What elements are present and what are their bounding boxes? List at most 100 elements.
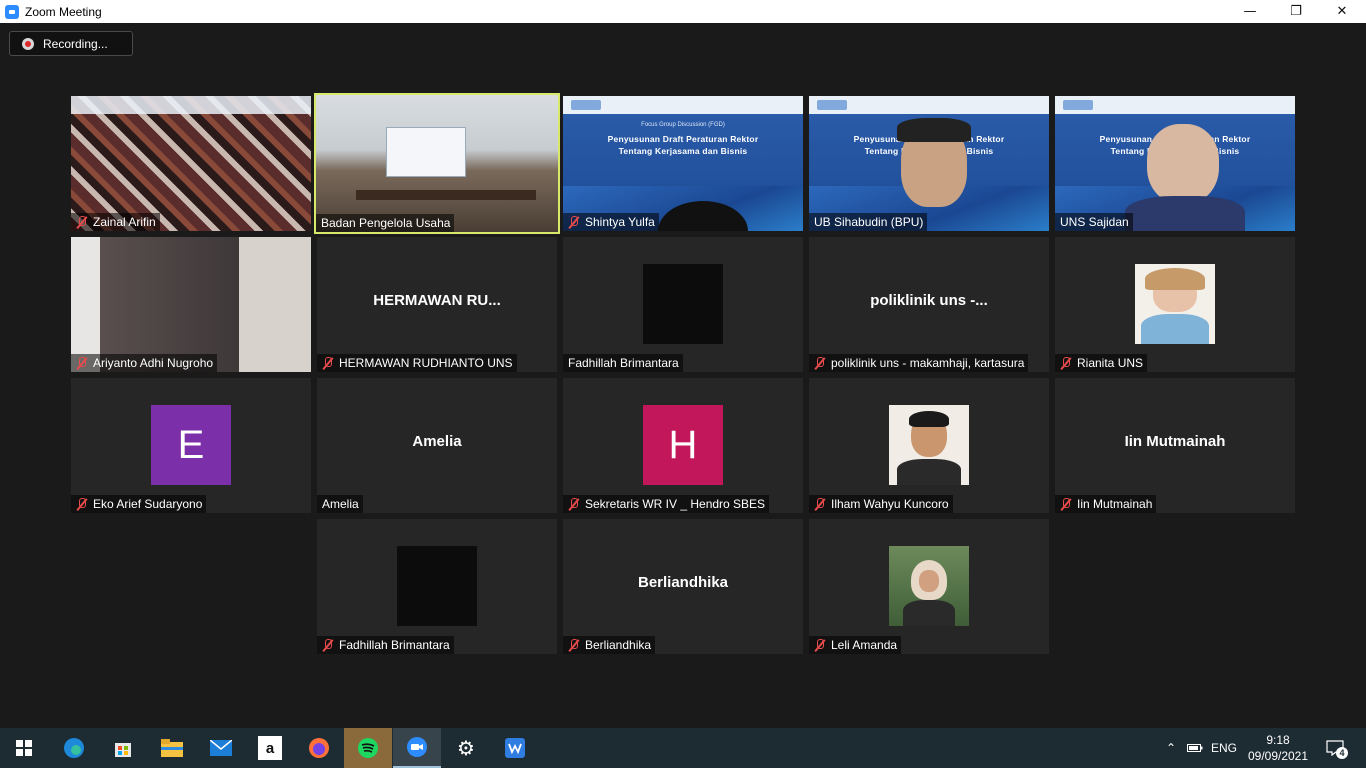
video-tile-ariyanto[interactable]: Ariyanto Adhi Nugroho <box>71 237 311 372</box>
taskbar-edge[interactable] <box>50 728 98 768</box>
video-tile-zainal[interactable]: Zainal Arifin <box>71 96 311 231</box>
table-shape <box>356 190 536 200</box>
tile-name-bar: Leli Amanda <box>809 636 902 654</box>
store-icon <box>111 736 135 760</box>
mic-muted-icon <box>75 497 88 511</box>
participant-display-name: poliklinik uns -... <box>870 292 988 309</box>
participant-name: Shintya Yulfa <box>585 215 655 229</box>
tile-name-bar: Rianita UNS <box>1055 354 1148 372</box>
taskbar-settings[interactable]: ⚙ <box>442 728 490 768</box>
tray-battery[interactable] <box>1186 728 1204 768</box>
taskbar-file-explorer[interactable] <box>148 728 196 768</box>
tile-name-bar: Ilham Wahyu Kuncoro <box>809 495 953 513</box>
tile-name-bar: Sekretaris WR IV _ Hendro SBES <box>563 495 770 513</box>
action-center-button[interactable]: 4 <box>1322 728 1348 768</box>
firefox-icon <box>307 736 331 760</box>
participant-name: UB Sihabudin (BPU) <box>814 215 924 229</box>
taskbar-wps[interactable] <box>491 728 539 768</box>
scarf-shape <box>1141 314 1209 344</box>
language-label: ENG <box>1210 741 1237 755</box>
mic-muted-icon <box>567 215 580 229</box>
taskbar-spotify[interactable] <box>344 728 392 768</box>
participant-display-name: Iin Mutmainah <box>1124 433 1226 450</box>
video-tile-leli[interactable]: Leli Amanda <box>809 519 1049 654</box>
tile-name-bar: Fadhillah Brimantara <box>563 354 683 372</box>
video-tile-iin[interactable]: Iin Mutmainah Iin Mutmainah <box>1055 378 1295 513</box>
recording-label: Recording... <box>43 36 108 51</box>
tile-name-bar: poliklinik uns - makamhaji, kartasura <box>809 354 1029 372</box>
profile-photo <box>1135 264 1215 344</box>
participant-name: Ilham Wahyu Kuncoro <box>831 497 949 511</box>
tile-name-bar: Badan Pengelola Usaha <box>316 214 455 232</box>
windows-start-icon <box>12 736 36 760</box>
video-tile-amelia[interactable]: Amelia Amelia <box>317 378 557 513</box>
maximize-button[interactable]: ❐ <box>1273 0 1319 23</box>
slide-line-1: Focus Group Discussion (FGD) <box>641 122 725 128</box>
participant-name: Amelia <box>322 497 359 511</box>
video-tile-uns-sajidan[interactable]: Penyusunan Draft Peraturan Rektor Tentan… <box>1055 96 1295 231</box>
tile-name-bar: Zainal Arifin <box>71 213 160 231</box>
tray-overflow-chevron[interactable]: ⌃ <box>1162 728 1180 768</box>
tile-name-bar: Amelia <box>317 495 363 513</box>
video-tile-ub-sihabudin[interactable]: Penyusunan Draft Peraturan Rektor Tentan… <box>809 96 1049 231</box>
tile-name-bar: Fadhillah Brimantara <box>317 636 454 654</box>
taskbar-mail[interactable] <box>197 728 245 768</box>
avatar: E <box>151 405 231 485</box>
background-sign <box>266 267 311 327</box>
start-button[interactable] <box>0 728 48 768</box>
face-shape <box>1147 124 1219 204</box>
tile-name-bar: Shintya Yulfa <box>563 213 659 231</box>
video-tile-eko[interactable]: E Eko Arief Sudaryono <box>71 378 311 513</box>
zoom-icon <box>405 735 429 759</box>
uns-logo-icon <box>1063 100 1093 110</box>
taskbar-store[interactable] <box>99 728 147 768</box>
video-tile-ilham[interactable]: Ilham Wahyu Kuncoro <box>809 378 1049 513</box>
video-tile-rianita[interactable]: Rianita UNS <box>1055 237 1295 372</box>
window-title: Zoom Meeting <box>25 4 102 19</box>
tile-name-bar: Eko Arief Sudaryono <box>71 495 207 513</box>
tile-name-bar: Ariyanto Adhi Nugroho <box>71 354 218 372</box>
edge-icon <box>62 736 86 760</box>
participant-name: Badan Pengelola Usaha <box>321 216 451 230</box>
slide-strip <box>71 96 311 114</box>
mic-muted-icon <box>321 638 334 652</box>
video-tile-poliklinik[interactable]: poliklinik uns -... poliklinik uns - mak… <box>809 237 1049 372</box>
mic-muted-icon <box>567 638 580 652</box>
video-tile-berliandhika[interactable]: Berliandhika Berliandhika <box>563 519 803 654</box>
participant-name: Zainal Arifin <box>93 215 156 229</box>
video-tile-fadhillah-1[interactable]: Fadhillah Brimantara <box>563 237 803 372</box>
banner-image <box>386 127 466 177</box>
notification-icon: 4 <box>1326 740 1348 759</box>
language-indicator[interactable]: ENG <box>1210 728 1238 768</box>
uns-logo-icon <box>817 100 847 110</box>
mic-muted-icon <box>1059 497 1072 511</box>
clock[interactable]: 9:18 09/09/2021 <box>1246 732 1310 764</box>
clothes-shape <box>903 600 955 626</box>
slide-line-3: Tentang Kerjasama dan Bisnis <box>618 146 748 156</box>
video-tile-shintya[interactable]: Focus Group Discussion (FGD) Penyusunan … <box>563 96 803 231</box>
mic-muted-icon <box>75 356 88 370</box>
face-shape <box>919 570 939 592</box>
video-tile-badan-pengelola-usaha[interactable]: Badan Pengelola Usaha <box>314 93 560 234</box>
profile-photo <box>643 264 723 344</box>
participant-name: Iin Mutmainah <box>1077 497 1153 511</box>
batik-video <box>71 96 311 231</box>
taskbar-firefox[interactable] <box>295 728 343 768</box>
mic-muted-icon <box>321 356 334 370</box>
profile-photo <box>397 546 477 626</box>
video-tile-fadhillah-2[interactable]: Fadhillah Brimantara <box>317 519 557 654</box>
uns-logo-icon <box>571 100 601 110</box>
recording-indicator[interactable]: Recording... <box>9 31 133 56</box>
spotify-icon <box>356 736 380 760</box>
video-tile-sekretaris[interactable]: H Sekretaris WR IV _ Hendro SBES <box>563 378 803 513</box>
taskbar-zoom[interactable] <box>393 728 441 768</box>
profile-photo <box>889 405 969 485</box>
taskbar-amazon[interactable]: a <box>246 728 294 768</box>
close-button[interactable]: ✕ <box>1319 0 1365 23</box>
minimize-button[interactable]: — <box>1227 0 1273 23</box>
participant-name: Fadhillah Brimantara <box>339 638 450 652</box>
tile-name-bar: UB Sihabudin (BPU) <box>809 213 928 231</box>
video-tile-hermawan[interactable]: HERMAWAN RU... HERMAWAN RUDHIANTO UNS <box>317 237 557 372</box>
tile-name-bar: HERMAWAN RUDHIANTO UNS <box>317 354 517 372</box>
hijab-shape <box>1145 268 1205 290</box>
